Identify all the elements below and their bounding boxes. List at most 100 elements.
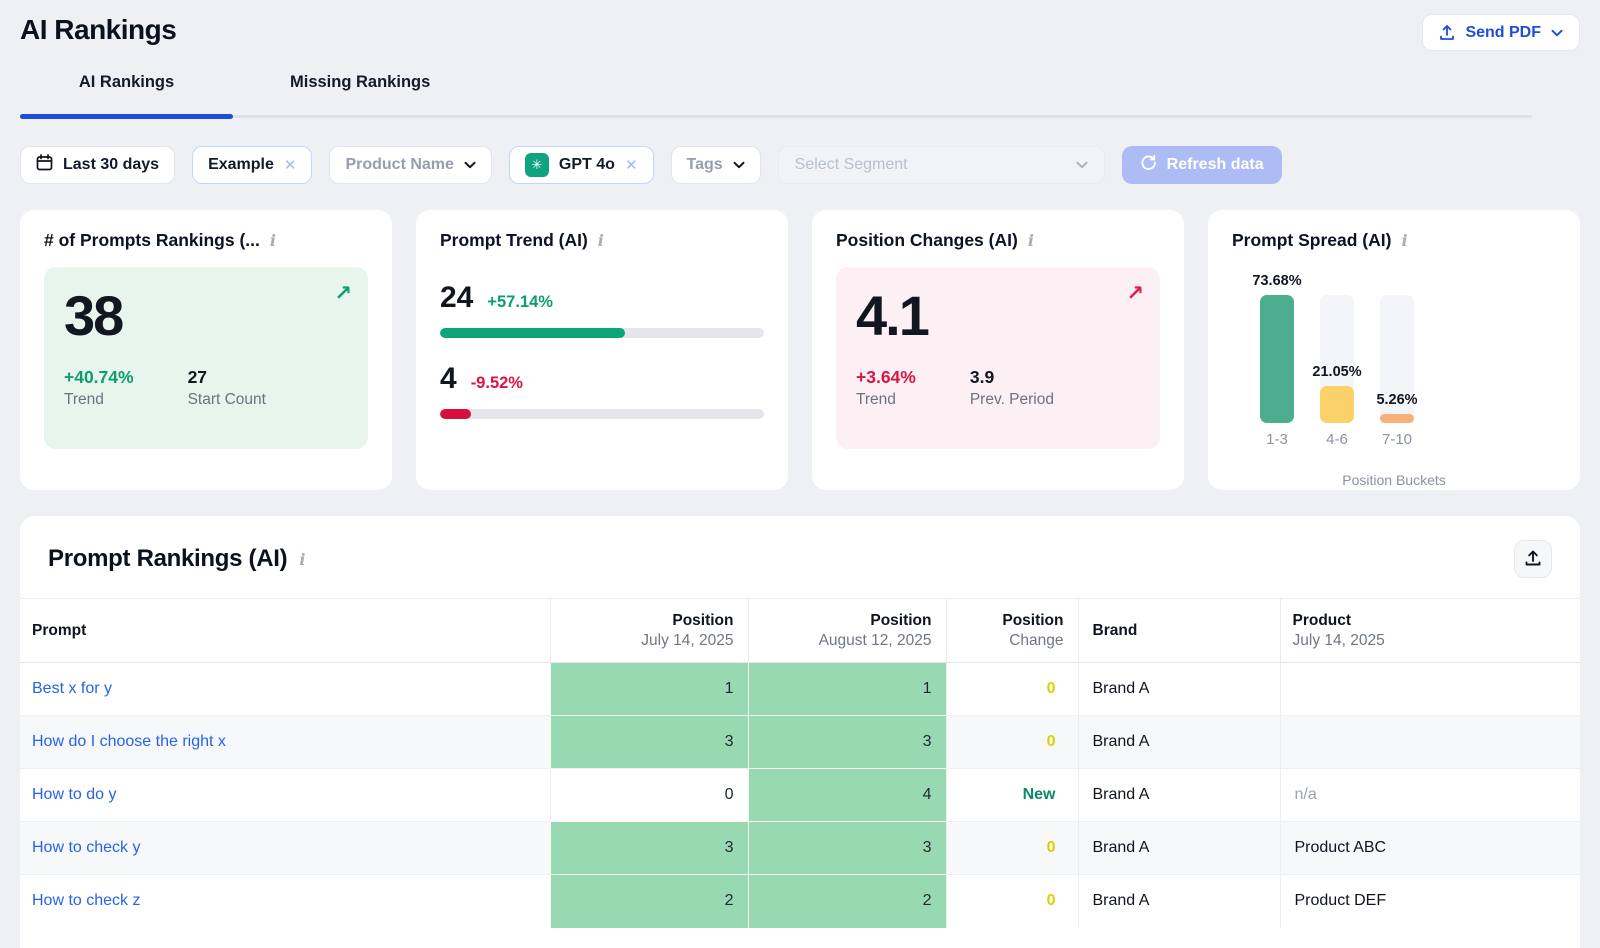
brand-cell: Brand A bbox=[1078, 663, 1280, 716]
table-row: Best x for y 1 1 0 Brand A bbox=[20, 663, 1580, 716]
position-aug-cell: 3 bbox=[748, 716, 946, 769]
table-header-row: Prompt Position July 14, 2025 Position A… bbox=[20, 599, 1580, 663]
info-icon[interactable]: i bbox=[270, 231, 276, 250]
table-title: Prompt Rankings (AI) bbox=[48, 545, 287, 573]
prompt-link[interactable]: How do I choose the right x bbox=[32, 733, 226, 750]
position-jul-cell: 2 bbox=[550, 875, 748, 928]
bar-tick-label: 4-6 bbox=[1326, 431, 1348, 448]
prev-period-value: 3.9 bbox=[970, 367, 1054, 388]
prompt-rankings-table: Prompt Position July 14, 2025 Position A… bbox=[20, 598, 1580, 928]
product-cell: n/a bbox=[1280, 769, 1580, 822]
chevron-down-icon bbox=[1551, 29, 1563, 37]
card-title: Position Changes (AI) bbox=[836, 230, 1018, 251]
col-header-position-aug: Position August 12, 2025 bbox=[748, 599, 946, 663]
col-header-brand: Brand bbox=[1078, 599, 1280, 663]
date-range-filter[interactable]: Last 30 days bbox=[20, 146, 175, 184]
bar-tick-label: 7-10 bbox=[1382, 431, 1412, 448]
table-row: How to do y 0 4 New Brand A n/a bbox=[20, 769, 1580, 822]
bar-value-label: 73.68% bbox=[1252, 273, 1301, 289]
page-title: AI Rankings bbox=[20, 14, 176, 46]
trend-percent: +3.64% bbox=[856, 367, 916, 388]
col-header-product: Product July 14, 2025 bbox=[1280, 599, 1580, 663]
position-buckets-chart: 73.68% 1-3 21.05% 4-6 5.26% bbox=[1260, 295, 1556, 448]
prompt-count-panel: ↗ 38 +40.74% Trend 27 Start Count bbox=[44, 267, 368, 449]
position-jul-cell: 3 bbox=[550, 822, 748, 875]
export-button[interactable] bbox=[1514, 540, 1552, 578]
info-icon[interactable]: i bbox=[598, 231, 604, 250]
bar-tick-label: 1-3 bbox=[1266, 431, 1288, 448]
tab-missing-rankings[interactable]: Missing Rankings bbox=[290, 73, 430, 92]
product-cell bbox=[1280, 716, 1580, 769]
chevron-down-icon bbox=[733, 156, 745, 174]
position-aug-cell: 2 bbox=[748, 875, 946, 928]
bar-value-label: 21.05% bbox=[1312, 364, 1361, 380]
trend-label: Trend bbox=[856, 391, 916, 409]
card-title: Prompt Spread (AI) bbox=[1232, 230, 1391, 251]
position-aug-cell: 4 bbox=[748, 769, 946, 822]
position-jul-cell: 3 bbox=[550, 716, 748, 769]
tab-track bbox=[20, 115, 1532, 118]
trend-up-progressbar bbox=[440, 328, 764, 338]
position-aug-cell: 1 bbox=[748, 663, 946, 716]
page-header: AI Rankings Send PDF bbox=[20, 0, 1580, 51]
prompt-link[interactable]: How to do y bbox=[32, 786, 116, 803]
info-icon[interactable]: i bbox=[299, 550, 305, 569]
tab-bar: AI Rankings Missing Rankings bbox=[20, 73, 1580, 118]
tags-dropdown[interactable]: Tags bbox=[671, 146, 761, 184]
prompt-trend-card: Prompt Trend (AI) i 24 +57.14% 4 -9.52% bbox=[416, 210, 788, 490]
segment-placeholder: Select Segment bbox=[795, 156, 908, 174]
brand-cell: Brand A bbox=[1078, 769, 1280, 822]
example-filter-chip[interactable]: Example ✕ bbox=[192, 146, 312, 184]
table-row: How do I choose the right x 3 3 0 Brand … bbox=[20, 716, 1580, 769]
refresh-label: Refresh data bbox=[1167, 156, 1264, 174]
ai-rankings-page: AI Rankings Send PDF AI Rankings Missing… bbox=[0, 0, 1600, 948]
close-icon[interactable]: ✕ bbox=[625, 158, 638, 173]
product-name-dropdown[interactable]: Product Name bbox=[329, 146, 491, 184]
upload-icon bbox=[1439, 24, 1455, 41]
calendar-icon bbox=[36, 154, 53, 176]
model-filter-chip[interactable]: ✳ GPT 4o ✕ bbox=[509, 146, 654, 184]
prompt-link[interactable]: How to check z bbox=[32, 892, 140, 909]
prompt-spread-card: Prompt Spread (AI) i 73.68% 1-3 21.05% bbox=[1208, 210, 1580, 490]
product-name-label: Product Name bbox=[345, 156, 453, 174]
position-change-cell: 0 bbox=[946, 716, 1078, 769]
info-icon[interactable]: i bbox=[1028, 231, 1034, 250]
trend-down-value: 4 bbox=[440, 362, 457, 396]
prompt-link[interactable]: Best x for y bbox=[32, 680, 112, 697]
example-chip-label: Example bbox=[208, 156, 274, 174]
trend-up-icon: ↗ bbox=[334, 281, 352, 306]
table-row: How to check y 3 3 0 Brand A Product ABC bbox=[20, 822, 1580, 875]
trend-percent: +40.74% bbox=[64, 367, 134, 388]
position-change-cell: 0 bbox=[946, 875, 1078, 928]
segment-select[interactable]: Select Segment bbox=[778, 146, 1105, 184]
prev-period-label: Prev. Period bbox=[970, 391, 1054, 409]
prompt-rankings-table-card: Prompt Rankings (AI) i Prompt bbox=[20, 516, 1580, 948]
tab-ai-rankings[interactable]: AI Rankings bbox=[20, 73, 233, 92]
col-header-position-change: Position Change bbox=[946, 599, 1078, 663]
position-change-cell: New bbox=[946, 769, 1078, 822]
start-count-label: Start Count bbox=[188, 391, 266, 409]
prompt-count-value: 38 bbox=[64, 285, 348, 347]
close-icon[interactable]: ✕ bbox=[284, 158, 297, 173]
refresh-data-button[interactable]: Refresh data bbox=[1122, 146, 1282, 184]
info-icon[interactable]: i bbox=[1401, 231, 1407, 250]
tags-label: Tags bbox=[687, 156, 723, 174]
active-tab-indicator bbox=[20, 114, 233, 119]
card-title: # of Prompts Rankings (... bbox=[44, 230, 260, 251]
position-changes-panel: ↗ 4.1 +3.64% Trend 3.9 Prev. Period bbox=[836, 267, 1160, 449]
trend-up-value: 24 bbox=[440, 281, 473, 315]
col-header-position-jul: Position July 14, 2025 bbox=[550, 599, 748, 663]
send-pdf-button[interactable]: Send PDF bbox=[1422, 14, 1580, 51]
chevron-down-icon bbox=[464, 156, 476, 174]
trend-up-icon: ↗ bbox=[1126, 281, 1144, 306]
send-pdf-label: Send PDF bbox=[1465, 24, 1541, 42]
x-axis-label: Position Buckets bbox=[1232, 472, 1556, 488]
bar-value-label: 5.26% bbox=[1376, 392, 1417, 408]
model-chip-label: GPT 4o bbox=[559, 156, 615, 174]
start-count-value: 27 bbox=[188, 367, 266, 388]
trend-up-percent: +57.14% bbox=[487, 293, 553, 312]
position-change-cell: 0 bbox=[946, 663, 1078, 716]
openai-logo-icon: ✳ bbox=[525, 153, 549, 177]
prompt-link[interactable]: How to check y bbox=[32, 839, 140, 856]
brand-cell: Brand A bbox=[1078, 716, 1280, 769]
